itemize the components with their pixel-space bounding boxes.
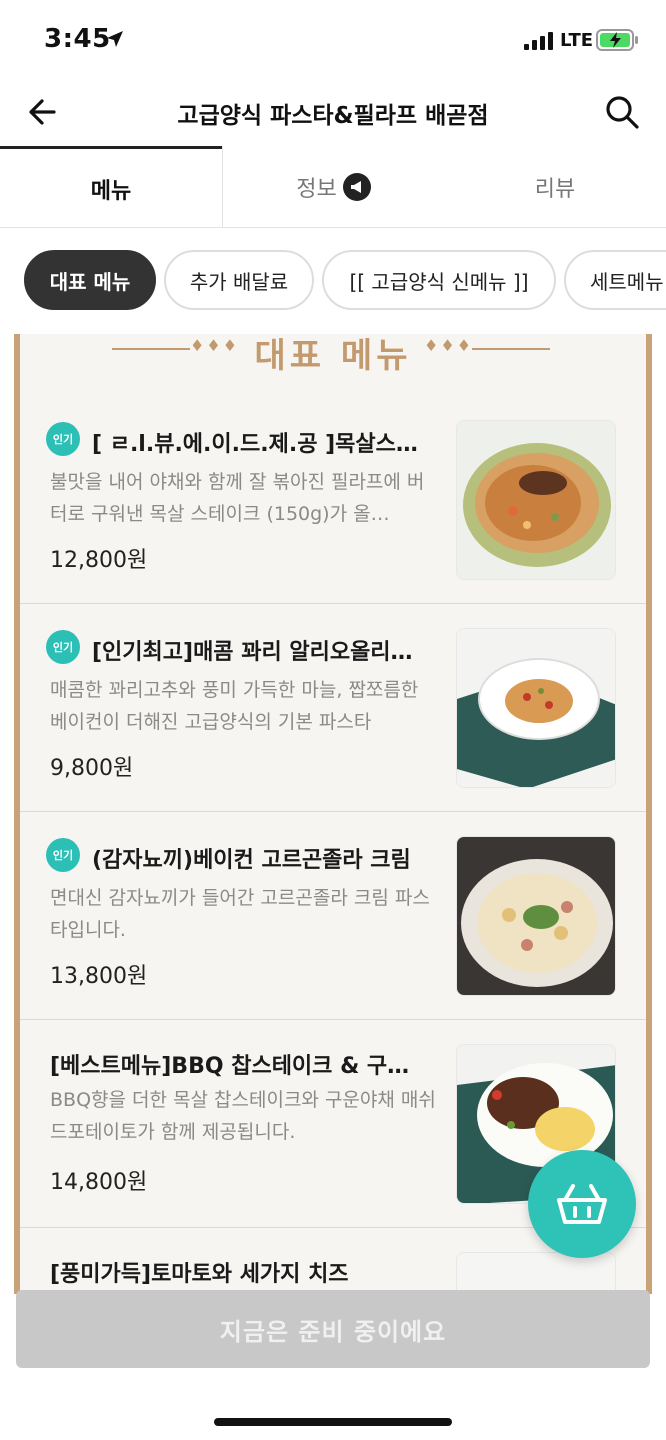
store-tabs: 메뉴 정보 리뷰 xyxy=(0,146,666,228)
menu-item-photo xyxy=(456,420,616,580)
status-bar: 3:45 LTE xyxy=(0,0,666,80)
menu-item-photo xyxy=(456,836,616,996)
menu-item-price: 14,800원 xyxy=(50,1170,148,1195)
menu-item-name: [풍미가득]토마토와 세가지 치즈 xyxy=(50,1262,349,1287)
menu-item[interactable]: 인기 [인기최고]매콤 꽈리 알리오올리… 매콤한 꽈리고추와 풍미 가득한 마… xyxy=(20,604,646,812)
signal-icon xyxy=(524,32,553,50)
menu-item[interactable]: 인기 [ ㄹ.l.뷰.에.이.드.제.공 ]목살스… 불맛을 내어 야채와 함께… xyxy=(20,396,646,604)
cart-button[interactable] xyxy=(528,1150,636,1258)
menu-item-name: [ ㄹ.l.뷰.에.이.드.제.공 ]목살스… xyxy=(92,432,418,457)
chip-extra-delivery[interactable]: 추가 배달료 xyxy=(164,250,314,310)
popular-badge: 인기 xyxy=(46,422,80,456)
tab-menu-label: 메뉴 xyxy=(90,178,132,204)
popular-badge: 인기 xyxy=(46,630,80,664)
menu-item-name: [인기최고]매콤 꽈리 알리오올리… xyxy=(92,640,413,665)
location-arrow-icon xyxy=(107,31,123,47)
menu-item[interactable]: 인기 (감자뇨끼)베이컨 고르곤졸라 크림 면대신 감자뇨끼가 들어간 고르곤졸… xyxy=(20,812,646,1020)
menu-item-name: [베스트메뉴]BBQ 찹스테이크 & 구… xyxy=(50,1054,410,1079)
menu-item-description: 불맛을 내어 야채와 함께 잘 볶아진 필라프에 버터로 구워낸 목살 스테이크… xyxy=(50,471,425,525)
chip-set-menu[interactable]: 세트메뉴 xyxy=(564,250,666,310)
board-title: 대표 메뉴 xyxy=(254,336,412,376)
tab-info-label: 정보 xyxy=(296,177,337,202)
screen: 3:45 LTE 고급양식 파스타&필라프 배곧점 메뉴 정보 리뷰 대표 메뉴… xyxy=(0,0,666,1440)
category-chips: 대표 메뉴 추가 배달료 [[ 고급양식 신메뉴 ]] 세트메뉴 xyxy=(0,250,666,312)
menu-item-photo xyxy=(456,1252,616,1294)
megaphone-icon xyxy=(342,173,371,201)
network-label: LTE xyxy=(560,30,594,51)
menu-item-price: 12,800원 xyxy=(50,548,148,573)
board-title-row: ♦♦♦ 대표 메뉴 ♦♦♦ xyxy=(20,334,646,376)
tab-review[interactable]: 리뷰 xyxy=(444,146,666,228)
menu-item-description: 면대신 감자뇨끼가 들어간 고르곤졸라 크림 파스타입니다. xyxy=(50,887,430,941)
menu-item-name: (감자뇨끼)베이컨 고르곤졸라 크림 xyxy=(92,848,411,873)
basket-icon xyxy=(557,1184,607,1224)
decorative-line xyxy=(472,348,550,350)
chip-signature-menu[interactable]: 대표 메뉴 xyxy=(24,250,156,310)
popular-badge: 인기 xyxy=(46,838,80,872)
store-title: 고급양식 파스타&필라프 배곧점 xyxy=(177,103,489,129)
home-indicator xyxy=(214,1418,452,1426)
tab-review-label: 리뷰 xyxy=(534,177,576,202)
battery-charging-icon xyxy=(596,29,638,51)
tomato-cheese-image xyxy=(457,1253,615,1294)
aglio-olio-pasta-image xyxy=(457,629,615,787)
search-icon[interactable] xyxy=(602,92,642,132)
tab-menu[interactable]: 메뉴 xyxy=(0,146,222,228)
preparing-status-button[interactable]: 지금은 준비 중이에요 xyxy=(16,1290,650,1368)
menu-board: ♦♦♦ 대표 메뉴 ♦♦♦ 인기 [ ㄹ.l.뷰.에.이.드.제.공 ]목살스…… xyxy=(14,334,652,1294)
menu-item-description: 매콤한 꽈리고추와 풍미 가득한 마늘, 짭쪼름한 베이컨이 더해진 고급양식의… xyxy=(50,679,419,733)
chip-new-menu[interactable]: [[ 고급양식 신메뉴 ]] xyxy=(322,250,556,310)
menu-item-photo xyxy=(456,628,616,788)
decorative-diamonds: ♦♦♦ xyxy=(424,336,474,355)
menu-item-price: 13,800원 xyxy=(50,964,148,989)
tab-info[interactable]: 정보 xyxy=(222,146,444,228)
status-time: 3:45 xyxy=(44,24,111,54)
menu-item-description: BBQ향을 더한 목살 찹스테이크와 구운야채 매쉬드포테이토가 함께 제공됩니… xyxy=(50,1089,436,1143)
pilaf-steak-image xyxy=(457,421,615,579)
store-header: 고급양식 파스타&필라프 배곧점 xyxy=(0,80,666,146)
menu-item-price: 9,800원 xyxy=(50,756,134,781)
gnocchi-gorgonzola-image xyxy=(457,837,615,995)
